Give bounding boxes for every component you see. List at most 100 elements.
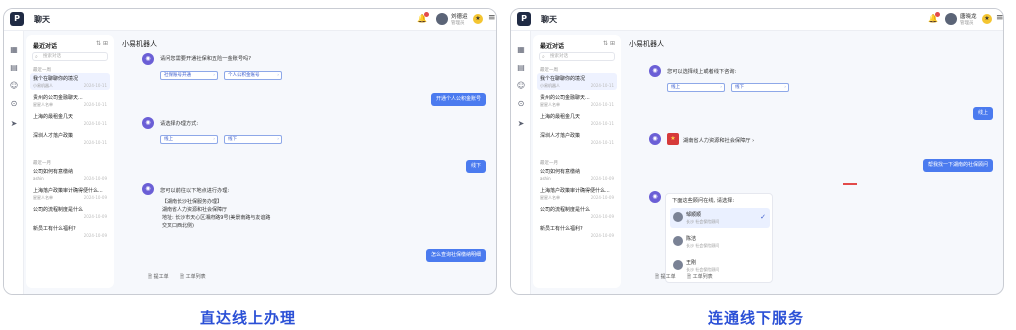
search-input[interactable]: ⌕ 搜索对话 <box>32 52 108 61</box>
submit-ticket-button[interactable]: 🗎 提工单 <box>148 273 169 282</box>
list-item[interactable]: 公司如何有意缴纳 ashin 2024-10-09 <box>537 166 617 183</box>
list-item[interactable]: 我个在聊聊你的境况 小易机器人 2024-10-11 <box>537 73 617 90</box>
list-title: 最近对话 <box>33 43 58 50</box>
user-name: 唐晓龙 <box>960 14 977 20</box>
submit-ticket-button[interactable]: 🗎 提工单 <box>655 273 676 282</box>
top-bar: P 聊天 🔔 唐晓龙 管理员 ★ ≡ <box>511 9 1003 31</box>
bot-avatar-icon: ◉ <box>142 183 154 195</box>
option-select[interactable]: 线上 › <box>667 83 725 92</box>
avatar <box>673 212 683 222</box>
option-select[interactable]: 社保账号开通 › <box>160 71 218 80</box>
bell-icon[interactable]: 🔔 <box>417 12 429 24</box>
list-item[interactable]: 我个在聊聊你的境况 小易机器人 2024-10-11 <box>30 73 110 90</box>
avatar <box>673 260 683 270</box>
send-icon[interactable]: ➤ <box>9 119 19 129</box>
option-select[interactable]: 线下 › <box>224 135 282 144</box>
list-item[interactable]: 贵州的公司金融聊天... 星星人名单 2024-10-11 <box>537 92 617 109</box>
left-app-window: P 聊天 🔔 刘德运 管理员 ★ ≡ ▦ ▤ ☺ ⊙ ➤ 最近对话 ⇅ ⊞ ⌕ 搜… <box>3 8 497 295</box>
bot-message: 您可以选择线上或者线下咨询: <box>667 69 737 75</box>
chat-area: 小易机器人 ◉ 您可以选择线上或者线下咨询: 线上 › 线下 › 线上 ◉ ★ 湖南… <box>625 35 999 288</box>
institution-emblem-icon: ★ <box>667 133 679 145</box>
divider-mark <box>843 183 857 185</box>
list-item[interactable]: 新员工有什么福利? 2024-10-09 <box>537 223 617 240</box>
chat-area: 小易机器人 ◉ 请问您需要开通社保和五险一金账号吗? 社保账号开通 › 个人公积金… <box>118 35 492 288</box>
grid-icon[interactable]: ▦ <box>516 45 526 55</box>
app-logo: P <box>10 12 24 26</box>
list-item[interactable]: 公司的流程制度是什么 2024-10-09 <box>537 204 617 221</box>
consultant-item[interactable]: 陈洁 长沙 社会保险顾问 <box>670 232 770 252</box>
address-line: 地址: 长沙市天心区湘府路9号(美景南路与友谊路 <box>162 215 271 221</box>
bot-avatar-icon: ◉ <box>649 65 661 77</box>
coin-icon[interactable]: ★ <box>473 14 483 24</box>
app-title: 聊天 <box>34 15 50 24</box>
menu-icon[interactable]: ≡ <box>488 13 496 23</box>
send-icon[interactable]: ➤ <box>516 119 526 129</box>
option-select[interactable]: 个人公积金账号 › <box>224 71 282 80</box>
avatar[interactable] <box>436 13 448 25</box>
bell-icon[interactable]: 🔔 <box>928 12 940 24</box>
book-icon[interactable]: ▤ <box>9 63 19 73</box>
side-rail: ▦ ▤ ☺ ⊙ ➤ <box>511 31 531 294</box>
list-item[interactable]: 深圳人才落户政策 2024-10-11 <box>30 130 110 147</box>
address-org: 湖南省人力资源和社会保障厅 <box>162 207 228 213</box>
menu-icon[interactable]: ≡ <box>996 13 1003 23</box>
list-item[interactable]: 上海的最租金几天 2024-10-11 <box>30 111 110 128</box>
avatar <box>673 236 683 246</box>
bot-avatar-icon: ◉ <box>142 117 154 129</box>
list-actions[interactable]: ⇅ ⊞ <box>603 40 615 47</box>
robot-icon[interactable]: ☺ <box>516 81 526 91</box>
grid-icon[interactable]: ▦ <box>9 45 19 55</box>
bot-message: 您可以前往以下地点进行办理: <box>160 188 230 194</box>
chat-title: 小易机器人 <box>122 40 157 48</box>
check-icon: ✓ <box>760 213 766 221</box>
option-select[interactable]: 线上 › <box>160 135 218 144</box>
bot-message: 请选择办理方式: <box>160 121 199 127</box>
user-name: 刘德运 <box>451 14 468 20</box>
option-select[interactable]: 线下 › <box>731 83 789 92</box>
coin-icon[interactable]: ★ <box>982 14 992 24</box>
robot-icon[interactable]: ☺ <box>9 81 19 91</box>
settings-icon[interactable]: ⊙ <box>516 99 526 109</box>
book-icon[interactable]: ▤ <box>516 63 526 73</box>
bot-message: 下面这些顾问在线, 请选择: <box>672 198 735 204</box>
list-item[interactable]: 新员工有什么福利? 2024-10-09 <box>30 223 110 240</box>
list-item[interactable]: 上海落户政策审计确得便什么... 星星人名单 2024-10-09 <box>537 185 617 202</box>
list-item[interactable]: 上海落户政策审计确得便什么... 星星人名单 2024-10-09 <box>30 185 110 202</box>
institution-link[interactable]: 湖南省人力资源和社会保障厅 › <box>683 137 754 144</box>
user-message: 线上 <box>972 107 993 120</box>
list-actions[interactable]: ⇅ ⊞ <box>96 40 108 47</box>
bot-avatar-icon: ◉ <box>649 191 661 203</box>
list-item[interactable]: 深圳人才落户政策 2024-10-11 <box>537 130 617 147</box>
consultant-item[interactable]: 王刚 长沙 社会保险顾问 <box>670 256 770 276</box>
search-icon: ⌕ <box>542 54 545 60</box>
bot-message: 请问您需要开通社保和五险一金账号吗? <box>160 56 251 62</box>
user-message: 线下 <box>465 160 486 173</box>
bot-avatar-icon: ◉ <box>649 133 661 145</box>
ticket-list-button[interactable]: 🗎 工单列表 <box>180 273 206 282</box>
search-icon: ⌕ <box>35 54 38 60</box>
list-title: 最近对话 <box>540 43 565 50</box>
conversation-list: 最近对话 ⇅ ⊞ ⌕ 搜索对话 最近一周 我个在聊聊你的境况 小易机器人 2024-1… <box>26 35 114 288</box>
ticket-list-button[interactable]: 🗎 工单列表 <box>687 273 713 282</box>
right-caption: 连通线下服务 <box>708 309 805 327</box>
conversation-list: 最近对话 ⇅ ⊞ ⌕ 搜索对话 最近一周 我个在聊聊你的境况 小易机器人 2024-1… <box>533 35 621 288</box>
list-item[interactable]: 上海的最租金几天 2024-10-11 <box>537 111 617 128</box>
app-logo: P <box>517 12 531 26</box>
user-message: 怎么查询社保缴纳明细 <box>425 249 486 262</box>
address-title: 【湖南长沙社保服务办理】 <box>162 199 223 205</box>
address-line: 交叉口西北侧) <box>162 223 194 229</box>
list-item[interactable]: 贵州的公司金融聊天... 星星人名单 2024-10-11 <box>30 92 110 109</box>
user-message: 帮我找一下湖南的社保顾问 <box>922 159 993 172</box>
list-item[interactable]: 公司的流程制度是什么 2024-10-09 <box>30 204 110 221</box>
user-message: 开通个人公积金账号 <box>430 93 486 106</box>
avatar[interactable] <box>945 13 957 25</box>
list-item[interactable]: 公司如何有意缴纳 ashin 2024-10-09 <box>30 166 110 183</box>
consultant-item[interactable]: 邹顺顺 长沙 社会保险顾问 ✓ <box>670 208 770 228</box>
consultant-card: 下面这些顾问在线, 请选择: 邹顺顺 长沙 社会保险顾问 ✓ 陈洁 长沙 社会保险顾问… <box>665 193 773 283</box>
settings-icon[interactable]: ⊙ <box>9 99 19 109</box>
search-input[interactable]: ⌕ 搜索对话 <box>539 52 615 61</box>
user-role: 管理员 <box>451 21 465 26</box>
top-bar: P 聊天 🔔 刘德运 管理员 ★ ≡ <box>4 9 496 31</box>
user-role: 管理员 <box>960 21 974 26</box>
app-title: 聊天 <box>541 15 557 24</box>
